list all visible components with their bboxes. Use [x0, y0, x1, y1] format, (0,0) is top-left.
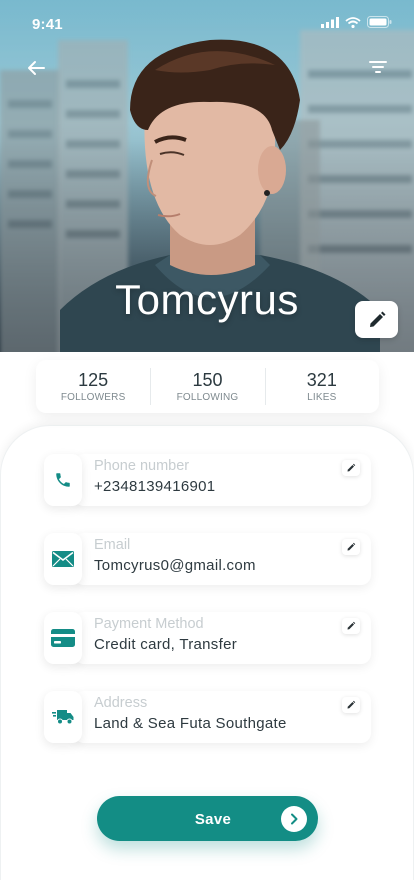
pencil-icon: [347, 700, 356, 709]
save-button[interactable]: Save: [97, 796, 318, 841]
field-value: Credit card, Transfer: [94, 636, 238, 653]
profile-stats: 125 FOLLOWERS 150 FOLLOWING 321 LIKES: [36, 360, 379, 413]
edit-email-button[interactable]: [342, 539, 360, 555]
stat-label: FOLLOWERS: [60, 392, 126, 403]
edit-photo-button[interactable]: [355, 301, 398, 338]
field-label: Payment Method: [94, 616, 204, 632]
stat-label: FOLLOWING: [176, 392, 239, 403]
field-label: Address: [94, 695, 148, 711]
field-icon-box: [44, 691, 82, 743]
cellular-signal-icon: [321, 16, 339, 28]
stat-value: 321: [306, 370, 337, 390]
address-field[interactable]: Address Land & Sea Futa Southgate: [44, 691, 371, 743]
back-button[interactable]: [24, 56, 48, 80]
wifi-icon: [345, 16, 361, 28]
chevron-right-icon: [291, 813, 298, 825]
system-icons: [321, 16, 392, 28]
stat-label: LIKES: [307, 392, 337, 403]
field-icon-box: [44, 612, 82, 664]
field-icon-box: [44, 533, 82, 585]
field-icon-box: [44, 454, 82, 506]
filter-button[interactable]: [368, 58, 388, 78]
field-label: Email: [94, 537, 131, 553]
profile-name: Tomcyrus: [115, 276, 299, 323]
stat-value: 125: [78, 370, 109, 390]
battery-icon: [367, 16, 392, 28]
email-field[interactable]: Email Tomcyrus0@gmail.com: [44, 533, 371, 585]
field-value: Land & Sea Futa Southgate: [94, 715, 287, 732]
edit-phone-button[interactable]: [342, 460, 360, 476]
filter-icon: [369, 61, 387, 73]
edit-payment-button[interactable]: [342, 618, 360, 634]
field-value: +2348139416901: [94, 478, 216, 495]
save-arrow-circle: [281, 806, 307, 832]
pencil-icon: [347, 542, 356, 551]
stat-value: 150: [192, 370, 223, 390]
pencil-icon: [347, 621, 356, 630]
status-bar: 9:41: [0, 0, 414, 48]
edit-address-button[interactable]: [342, 697, 360, 713]
stat-likes[interactable]: 321 LIKES: [264, 360, 379, 413]
arrow-left-icon: [28, 61, 45, 75]
stat-followers[interactable]: 125 FOLLOWERS: [36, 360, 150, 413]
field-value: Tomcyrus0@gmail.com: [94, 557, 256, 574]
pencil-icon: [347, 463, 356, 472]
payment-method-field[interactable]: Payment Method Credit card, Transfer: [44, 612, 371, 664]
envelope-icon: [52, 551, 74, 567]
pencil-icon: [369, 311, 385, 327]
stat-following[interactable]: 150 FOLLOWING: [150, 360, 264, 413]
status-time: 9:41: [32, 16, 63, 33]
field-label: Phone number: [94, 458, 190, 474]
phone-icon: [56, 473, 70, 487]
delivery-truck-icon: [52, 710, 74, 725]
credit-card-icon: [51, 629, 75, 647]
phone-field[interactable]: Phone number +2348139416901: [44, 454, 371, 506]
